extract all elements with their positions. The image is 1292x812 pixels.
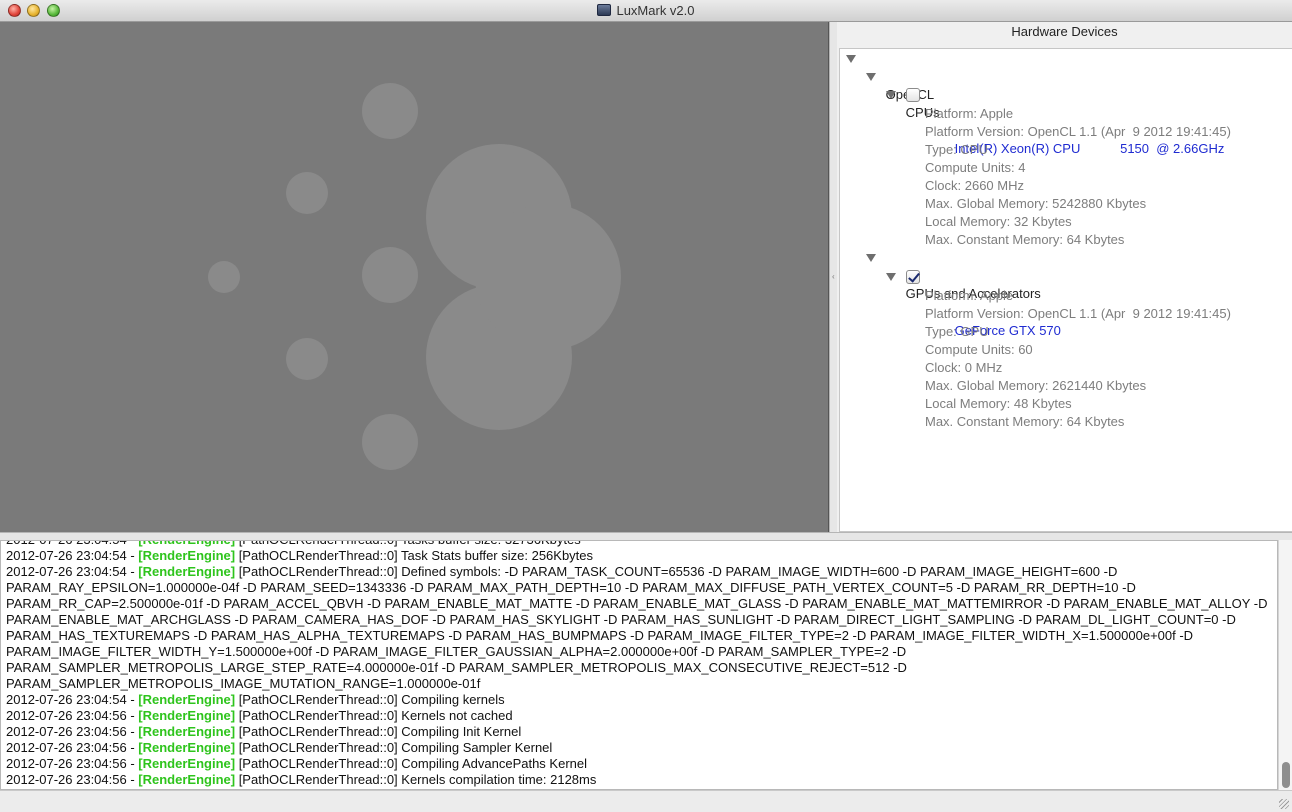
luxmark-logo-icon xyxy=(208,83,621,470)
log-tag: [RenderEngine] xyxy=(138,564,236,579)
gpu-prop-type: Type: GPU xyxy=(925,324,989,339)
title-bar: LuxMark v2.0 xyxy=(0,0,1292,22)
gpu-prop-local-memory: Local Memory: 48 Kbytes xyxy=(925,396,1072,411)
hardware-devices-header: Hardware Devices xyxy=(1011,24,1118,39)
log-output[interactable]: 2012-07-26 23:04:54 - [RenderEngine] [Pa… xyxy=(0,540,1278,790)
log-message: [PathOCLRenderThread::0] Kernels compila… xyxy=(235,772,597,787)
status-bar xyxy=(0,790,1292,812)
log-line: PARAM_SAMPLER_METROPOLIS_IMAGE_MUTATION_… xyxy=(6,676,1267,692)
log-message: [PathOCLRenderThread::0] Compiling kerne… xyxy=(235,692,505,707)
gpu-prop-platform-version: Platform Version: OpenCL 1.1 (Apr 9 2012… xyxy=(925,306,1231,321)
log-line: PARAM_ENABLE_MAT_ARCHGLASS -D PARAM_CAME… xyxy=(6,612,1267,628)
resize-grip-icon[interactable] xyxy=(1279,799,1289,809)
log-tag: [RenderEngine] xyxy=(138,541,235,547)
log-timestamp: 2012-07-26 23:04:56 - xyxy=(6,756,139,771)
log-message: PARAM_HAS_TEXTUREMAPS -D PARAM_HAS_ALPHA… xyxy=(6,628,1194,643)
log-timestamp: 2012-07-26 23:04:56 - xyxy=(6,708,139,723)
log-message: PARAM_RR_CAP=2.500000e-01f -D PARAM_ACCE… xyxy=(6,596,1268,611)
log-message: [PathOCLRenderThread::0] Kernels not cac… xyxy=(235,708,513,723)
log-message: PARAM_SAMPLER_METROPOLIS_IMAGE_MUTATION_… xyxy=(6,676,481,691)
log-message: [PathOCLRenderThread::0] Tasks buffer si… xyxy=(235,541,581,547)
device-tree: OpenCL CPUs Intel(R) Xeon(R) CPU 5150 @ … xyxy=(839,48,1292,532)
vertical-splitter[interactable]: ‹ xyxy=(829,22,837,532)
cpu-prop-clock: Clock: 2660 MHz xyxy=(925,178,1024,193)
gpu-prop-global-memory: Max. Global Memory: 2621440 Kbytes xyxy=(925,378,1147,393)
log-message: [PathOCLRenderThread::0] Compiling Init … xyxy=(235,724,522,739)
log-message: PARAM_ENABLE_MAT_ARCHGLASS -D PARAM_CAME… xyxy=(6,612,1236,627)
log-line: 2012-07-26 23:04:56 - [RenderEngine] [Pa… xyxy=(6,756,1267,772)
tree-node-gpu-device[interactable]: GeForce GTX 570 xyxy=(886,268,1061,338)
disclosure-triangle-icon[interactable] xyxy=(846,55,856,63)
hardware-devices-panel: Hardware Devices OpenCL CPUs Intel(R) Xe… xyxy=(837,22,1292,532)
cpu-prop-compute-units: Compute Units: 4 xyxy=(925,160,1026,175)
log-message: PARAM_RAY_EPSILON=1.000000e-04f -D PARAM… xyxy=(6,580,1136,595)
disclosure-triangle-icon[interactable] xyxy=(886,91,896,99)
log-timestamp: 2012-07-26 23:04:54 - xyxy=(6,692,139,707)
window-title-text: LuxMark v2.0 xyxy=(616,3,695,18)
cpu-prop-constant-memory: Max. Constant Memory: 64 Kbytes xyxy=(925,232,1125,247)
log-line: 2012-07-26 23:04:54 - [RenderEngine] [Pa… xyxy=(6,541,1267,548)
cpu-prop-platform: Platform: Apple xyxy=(925,106,1014,121)
disclosure-triangle-icon[interactable] xyxy=(866,73,876,81)
log-tag: [RenderEngine] xyxy=(138,724,236,739)
log-message: [PathOCLRenderThread::0] Task Stats buff… xyxy=(235,548,594,563)
log-tag: [RenderEngine] xyxy=(138,772,236,787)
cpu-prop-platform-version: Platform Version: OpenCL 1.1 (Apr 9 2012… xyxy=(925,124,1231,139)
log-timestamp: 2012-07-26 23:04:54 - xyxy=(6,564,139,579)
log-scrollbar[interactable] xyxy=(1278,540,1292,790)
cpu-device-name[interactable]: Intel(R) Xeon(R) CPU 5150 @ 2.66GHz xyxy=(955,141,1225,156)
log-line: 2012-07-26 23:04:56 - [RenderEngine] [Pa… xyxy=(6,724,1267,740)
gpu-prop-constant-memory: Max. Constant Memory: 64 Kbytes xyxy=(925,414,1125,429)
disclosure-triangle-icon[interactable] xyxy=(866,254,876,262)
log-line: PARAM_RAY_EPSILON=1.000000e-04f -D PARAM… xyxy=(6,580,1267,596)
gpu-device-checkbox[interactable] xyxy=(906,270,920,284)
log-line: PARAM_RR_CAP=2.500000e-01f -D PARAM_ACCE… xyxy=(6,596,1267,612)
log-message: PARAM_SAMPLER_METROPOLIS_LARGE_STEP_RATE… xyxy=(6,660,907,675)
log-timestamp: 2012-07-26 23:04:56 - xyxy=(6,740,139,755)
log-tag: [RenderEngine] xyxy=(138,548,236,563)
log-message: [PathOCLRenderThread::0] Compiling Advan… xyxy=(235,756,587,771)
log-line: 2012-07-26 23:04:56 - [RenderEngine] [Pa… xyxy=(6,708,1267,724)
log-line: 2012-07-26 23:04:54 - [RenderEngine] [Pa… xyxy=(6,548,1267,564)
log-line: PARAM_HAS_TEXTUREMAPS -D PARAM_HAS_ALPHA… xyxy=(6,628,1267,644)
window-title: LuxMark v2.0 xyxy=(0,3,1292,18)
cpu-device-checkbox[interactable] xyxy=(906,88,920,102)
gpu-prop-clock: Clock: 0 MHz xyxy=(925,360,1003,375)
log-lines: 2012-07-26 23:04:54 - [RenderEngine] [Pa… xyxy=(6,541,1267,788)
splitter-grip-icon: ‹ xyxy=(832,272,835,281)
log-tag: [RenderEngine] xyxy=(138,708,236,723)
log-message: PARAM_IMAGE_FILTER_WIDTH_Y=1.500000e+00f… xyxy=(6,644,907,659)
log-timestamp: 2012-07-26 23:04:56 - xyxy=(6,724,139,739)
cpu-prop-global-memory: Max. Global Memory: 5242880 Kbytes xyxy=(925,196,1147,211)
cpu-prop-type: Type: CPU xyxy=(925,142,988,157)
log-timestamp: 2012-07-26 23:04:54 - xyxy=(6,548,139,563)
log-line: PARAM_IMAGE_FILTER_WIDTH_Y=1.500000e+00f… xyxy=(6,644,1267,660)
log-message: [PathOCLRenderThread::0] Defined symbols… xyxy=(235,564,1118,579)
log-line: 2012-07-26 23:04:54 - [RenderEngine] [Pa… xyxy=(6,692,1267,708)
cpu-prop-local-memory: Local Memory: 32 Kbytes xyxy=(925,214,1072,229)
horizontal-splitter[interactable] xyxy=(0,532,1292,540)
tree-node-cpu-device[interactable]: Intel(R) Xeon(R) CPU 5150 @ 2.66GHz xyxy=(886,86,1224,156)
render-view[interactable] xyxy=(0,22,829,532)
log-tag: [RenderEngine] xyxy=(138,740,236,755)
gpu-prop-compute-units: Compute Units: 60 xyxy=(925,342,1033,357)
log-line: PARAM_SAMPLER_METROPOLIS_LARGE_STEP_RATE… xyxy=(6,660,1267,676)
log-message: [PathOCLRenderThread::0] Compiling Sampl… xyxy=(235,740,553,755)
tree-node-cpus[interactable]: CPUs xyxy=(866,68,940,120)
tree-node-opencl[interactable]: OpenCL xyxy=(846,50,934,102)
log-line: 2012-07-26 23:04:54 - [RenderEngine] [Pa… xyxy=(6,564,1267,580)
log-line: 2012-07-26 23:04:56 - [RenderEngine] [Pa… xyxy=(6,740,1267,756)
app-icon xyxy=(597,4,612,16)
log-timestamp: 2012-07-26 23:04:56 - xyxy=(6,772,139,787)
disclosure-triangle-icon[interactable] xyxy=(886,273,896,281)
tree-node-gpus[interactable]: GPUs and Accelerators xyxy=(866,249,1041,301)
log-line: 2012-07-26 23:04:56 - [RenderEngine] [Pa… xyxy=(6,772,1267,788)
gpu-prop-platform: Platform: Apple xyxy=(925,288,1014,303)
log-timestamp: 2012-07-26 23:04:54 - xyxy=(6,541,138,547)
log-scroll-thumb[interactable] xyxy=(1282,762,1290,788)
log-tag: [RenderEngine] xyxy=(138,756,236,771)
log-tag: [RenderEngine] xyxy=(138,692,236,707)
